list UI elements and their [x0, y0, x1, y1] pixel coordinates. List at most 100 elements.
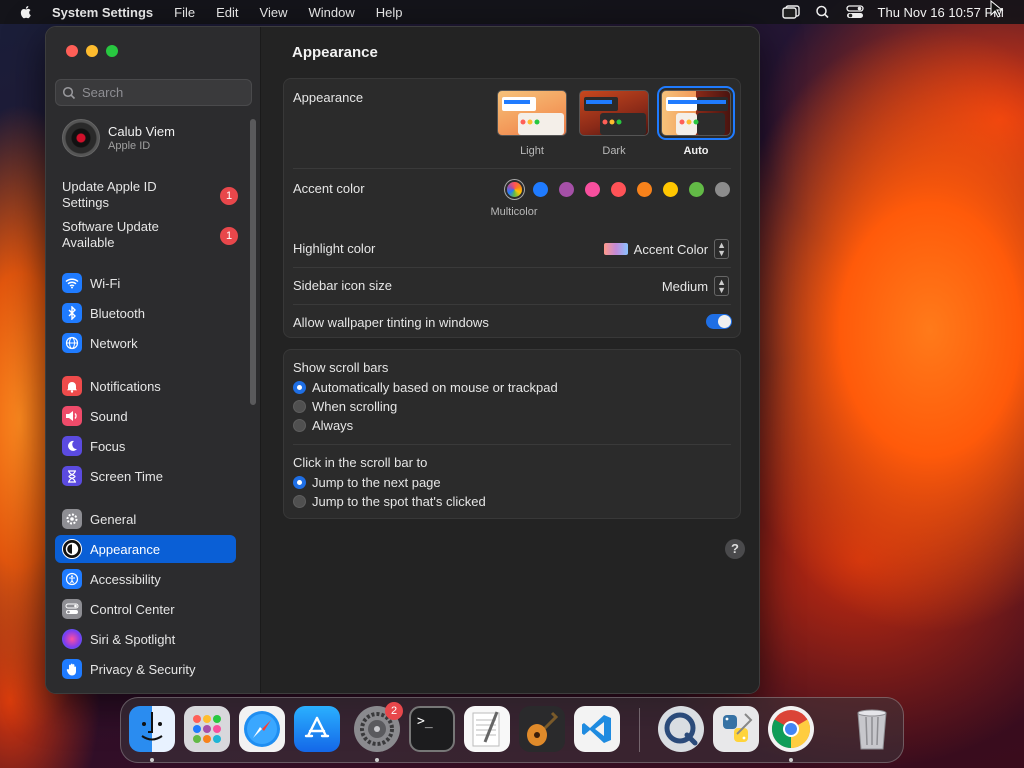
accent-color-label: Accent color	[293, 181, 365, 196]
sidebar-item-notifications[interactable]: Notifications	[55, 372, 236, 400]
click-spot-option[interactable]: Jump to the spot that's clicked	[293, 494, 486, 509]
settings-badge: 2	[385, 702, 403, 720]
menu-window[interactable]: Window	[308, 5, 354, 20]
sidebar-icon-size-select[interactable]: Medium ▲ ▼	[662, 276, 729, 296]
window-switcher-icon[interactable]	[781, 5, 800, 19]
accent-orange-swatch[interactable]	[637, 182, 652, 197]
minimize-window-button[interactable]	[86, 45, 98, 57]
scroll-bars-always-option[interactable]: Always	[293, 418, 353, 433]
appearance-dark-option[interactable]	[579, 90, 649, 136]
accent-red-swatch[interactable]	[611, 182, 626, 197]
speaker-icon	[62, 406, 82, 426]
accent-graphite-swatch[interactable]	[715, 182, 730, 197]
terminal-icon[interactable]: >_	[409, 706, 455, 752]
textedit-icon[interactable]	[464, 706, 510, 752]
accent-green-swatch[interactable]	[689, 182, 704, 197]
sidebar-item-wifi[interactable]: Wi-Fi	[55, 269, 236, 297]
chevron-updown-icon: ▲ ▼	[714, 239, 729, 259]
safari-icon[interactable]	[239, 706, 285, 752]
dock-separator	[639, 708, 640, 752]
radio-button	[293, 495, 306, 508]
scroll-bars-auto-option[interactable]: Automatically based on mouse or trackpad	[293, 380, 558, 395]
vscode-icon[interactable]	[574, 706, 620, 752]
appearance-auto-option[interactable]	[657, 86, 735, 140]
menu-bar: System Settings File Edit View Window He…	[0, 0, 1024, 24]
notice-update-apple-id[interactable]: Update Apple ID Settings 1	[62, 179, 238, 211]
spotlight-search-icon[interactable]	[814, 5, 832, 19]
notice-software-update[interactable]: Software Update Available 1	[62, 219, 238, 251]
gear-icon	[62, 509, 82, 529]
sidebar-item-bluetooth[interactable]: Bluetooth	[55, 299, 236, 327]
notice-label: Update Apple ID Settings	[62, 179, 157, 210]
click-next-page-option[interactable]: Jump to the next page	[293, 475, 441, 490]
radio-label: Always	[312, 418, 354, 433]
radio-button	[293, 381, 306, 394]
radio-button	[293, 400, 306, 413]
appearance-light-label: Light	[520, 145, 544, 157]
guitar-icon[interactable]	[519, 706, 565, 752]
menu-help[interactable]: Help	[376, 5, 403, 20]
running-indicator	[150, 758, 154, 762]
divider	[293, 267, 731, 268]
sidebar-item-control-center[interactable]: Control Center	[55, 595, 236, 623]
python-icon[interactable]	[713, 706, 759, 752]
wallpaper-tinting-label: Allow wallpaper tinting in windows	[293, 315, 489, 330]
trash-icon[interactable]	[849, 706, 895, 752]
sidebar-item-label: Wi-Fi	[90, 275, 121, 291]
sidebar-item-label: Accessibility	[90, 571, 161, 587]
sidebar-scrollbar[interactable]	[250, 119, 256, 405]
dock: 2 >_	[120, 697, 904, 763]
sidebar-search	[55, 79, 252, 106]
control-center-icon[interactable]	[845, 5, 864, 19]
sidebar-item-screen-time[interactable]: Screen Time	[55, 462, 236, 490]
finder-icon[interactable]	[129, 706, 175, 752]
radio-label: When scrolling	[312, 399, 398, 414]
sidebar-item-accessibility[interactable]: Accessibility	[55, 565, 236, 593]
sidebar-item-network[interactable]: Network	[55, 329, 236, 357]
highlight-color-select[interactable]: Accent Color ▲ ▼	[603, 239, 729, 259]
accent-yellow-swatch[interactable]	[663, 182, 678, 197]
hand-icon	[62, 659, 82, 679]
running-indicator	[789, 758, 793, 762]
sidebar-item-label: Control Center	[90, 601, 175, 617]
appearance-light-option[interactable]	[497, 90, 567, 136]
sidebar-item-sound[interactable]: Sound	[55, 402, 236, 430]
app-store-icon[interactable]	[294, 706, 340, 752]
scroll-bars-when-scrolling-option[interactable]: When scrolling	[293, 399, 397, 414]
sidebar-item-focus[interactable]: Focus	[55, 432, 236, 460]
menu-view[interactable]: View	[260, 5, 288, 20]
sidebar-item-appearance[interactable]: Appearance	[55, 535, 236, 563]
zoom-window-button[interactable]	[106, 45, 118, 57]
apple-menu-icon[interactable]	[18, 4, 34, 20]
sidebar-item-privacy-security[interactable]: Privacy & Security	[55, 655, 236, 683]
radio-label: Jump to the spot that's clicked	[312, 494, 486, 509]
sidebar-item-general[interactable]: General	[55, 505, 236, 533]
appearance-dark-label: Dark	[602, 145, 626, 157]
accent-blue-swatch[interactable]	[533, 182, 548, 197]
sidebar-item-label: General	[90, 511, 137, 527]
help-button[interactable]: ?	[725, 539, 745, 559]
appearance-panel: Appearance Light Dark Auto Accent color	[283, 78, 741, 338]
sidebar-item-label: Sound	[90, 408, 128, 424]
accent-pink-swatch[interactable]	[585, 182, 600, 197]
close-window-button[interactable]	[66, 45, 78, 57]
sidebar-item-siri-spotlight[interactable]: Siri & Spotlight	[55, 625, 236, 653]
search-input[interactable]	[82, 85, 242, 100]
menu-edit[interactable]: Edit	[216, 5, 238, 20]
launchpad-icon[interactable]	[184, 706, 230, 752]
menu-app-name[interactable]: System Settings	[52, 5, 153, 20]
menu-file[interactable]: File	[174, 5, 195, 20]
divider	[293, 444, 731, 445]
accent-purple-swatch[interactable]	[559, 182, 574, 197]
apple-id-profile[interactable]: Calub Viem Apple ID	[62, 119, 175, 157]
menu-clock[interactable]: Thu Nov 16 10:57 PM	[878, 5, 1004, 20]
chrome-icon[interactable]	[768, 706, 814, 752]
accent-multicolor-swatch[interactable]	[507, 182, 522, 197]
quicktime-icon[interactable]	[658, 706, 704, 752]
notice-label: Software Update Available	[62, 219, 159, 250]
sidebar-item-label: Network	[90, 335, 138, 351]
system-settings-window: Calub Viem Apple ID Update Apple ID Sett…	[45, 26, 760, 694]
avatar	[62, 119, 100, 157]
globe-icon	[62, 333, 82, 353]
wallpaper-tinting-toggle[interactable]	[706, 314, 732, 329]
